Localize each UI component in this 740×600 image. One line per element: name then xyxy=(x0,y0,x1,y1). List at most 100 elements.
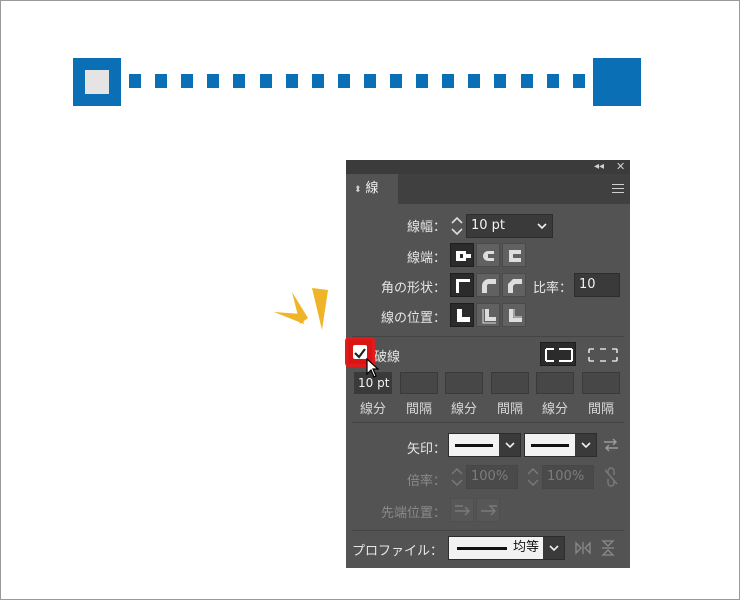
attention-burst-icon xyxy=(274,288,328,330)
stroke-dash xyxy=(233,74,245,88)
stroke-width-dropdown[interactable] xyxy=(531,214,553,238)
dashed-line-checkbox[interactable] xyxy=(353,345,367,359)
divider xyxy=(352,530,624,531)
stroke-dash xyxy=(129,74,141,88)
link-scale-icon[interactable] xyxy=(602,467,620,487)
gap-label-2: 間隔 xyxy=(496,402,523,417)
close-icon[interactable]: ✕ xyxy=(616,160,625,174)
tab-expand-icon[interactable]: ⬍ xyxy=(354,185,362,195)
arrow-tip-at-end-button[interactable] xyxy=(476,498,500,522)
dash-label-2: 線分 xyxy=(450,402,477,417)
align-center-button[interactable] xyxy=(450,303,474,327)
gap-input-2[interactable] xyxy=(491,372,529,394)
stroke-width-input[interactable]: 10 pt xyxy=(466,214,532,238)
preserve-dash-icon xyxy=(545,348,573,362)
profile-label: プロファイル： xyxy=(352,544,444,559)
align-dash-button[interactable] xyxy=(584,342,620,366)
stroke-dash xyxy=(521,74,533,88)
chevron-down-icon[interactable] xyxy=(451,228,463,236)
arrow-tip-beyond-button[interactable] xyxy=(450,498,474,522)
profile-dropdown[interactable] xyxy=(543,536,565,560)
stroke-dash xyxy=(468,74,480,88)
chevron-up-icon[interactable] xyxy=(527,468,539,475)
bevel-join-button[interactable] xyxy=(502,273,526,297)
miter-join-icon xyxy=(456,279,470,293)
profile-line-preview xyxy=(457,547,507,550)
round-join-icon xyxy=(482,279,496,293)
divider xyxy=(352,336,624,337)
flip-across-icon[interactable] xyxy=(600,539,616,557)
butt-cap-button[interactable] xyxy=(450,243,474,267)
stroke-dashes xyxy=(121,74,593,90)
preserve-dash-button[interactable] xyxy=(540,342,576,366)
stroke-dash xyxy=(207,74,219,88)
projecting-cap-button[interactable] xyxy=(502,243,526,267)
end-arrowhead-select[interactable] xyxy=(524,433,576,457)
chevron-down-icon xyxy=(581,442,591,449)
panel-titlebar[interactable]: ◂◂ ✕ xyxy=(346,160,630,174)
scale-end-stepper[interactable] xyxy=(526,465,540,489)
corner-label: 角の形状： xyxy=(380,281,446,296)
stroke-panel: ◂◂ ✕ ⬍ 線 線幅： 10 pt 線端： 角の形状： 比率： 10 線の位置： xyxy=(346,160,630,568)
align-outside-button[interactable] xyxy=(502,303,526,327)
stroke-dash xyxy=(573,74,585,88)
round-cap-button[interactable] xyxy=(476,243,500,267)
align-outside-icon xyxy=(509,309,522,322)
stroke-width-stepper[interactable] xyxy=(450,214,464,238)
chevron-up-icon[interactable] xyxy=(451,216,463,224)
align-dash-icon xyxy=(588,348,618,362)
scale-end-input[interactable]: 100% xyxy=(542,465,594,489)
projecting-cap-icon xyxy=(509,250,521,262)
dash-input-2[interactable] xyxy=(445,372,483,394)
stroke-dash xyxy=(442,74,454,88)
miter-join-button[interactable] xyxy=(450,273,474,297)
gap-input-3[interactable] xyxy=(582,372,620,394)
panel-menu-icon[interactable] xyxy=(612,184,624,194)
bevel-join-icon xyxy=(508,279,522,293)
chevron-up-icon[interactable] xyxy=(451,468,463,475)
chevron-down-icon[interactable] xyxy=(451,479,463,486)
scale-start-input[interactable]: 100% xyxy=(466,465,518,489)
arrow-align-label: 先端位置： xyxy=(380,506,446,521)
mouse-cursor-icon xyxy=(366,358,380,378)
gap-input-1[interactable] xyxy=(400,372,438,394)
miter-ratio-input[interactable]: 10 xyxy=(574,273,620,297)
start-arrowhead-dropdown[interactable] xyxy=(499,433,521,457)
profile-select[interactable]: 均等 xyxy=(448,536,544,560)
chevron-down-icon xyxy=(537,223,547,230)
align-inside-button[interactable] xyxy=(476,303,500,327)
arrow-extend-icon xyxy=(455,505,470,516)
arrowheads-label: 矢印： xyxy=(406,442,446,457)
collapse-icon[interactable]: ◂◂ xyxy=(594,160,604,174)
scale-start-stepper[interactable] xyxy=(450,465,464,489)
stroke-start-anchor xyxy=(73,58,121,106)
stroke-dash xyxy=(547,74,559,88)
stroke-dash xyxy=(364,74,376,88)
arrow-place-icon xyxy=(481,505,497,516)
stroke-end-anchor xyxy=(593,58,641,106)
swap-arrowheads-icon[interactable] xyxy=(602,436,620,454)
gap-label-3: 間隔 xyxy=(587,402,614,417)
stroke-dash xyxy=(494,74,506,88)
align-inside-icon xyxy=(482,309,496,324)
stroke-dash xyxy=(390,74,402,88)
profile-value: 均等 xyxy=(513,540,540,555)
checkmark-icon xyxy=(354,348,366,359)
dashed-stroke-preview xyxy=(73,58,641,106)
dash-input-3[interactable] xyxy=(536,372,574,394)
round-cap-icon xyxy=(483,251,494,261)
dash-label-3: 線分 xyxy=(541,402,568,417)
chevron-down-icon[interactable] xyxy=(527,479,539,486)
tab-stroke[interactable]: ⬍ 線 xyxy=(346,174,398,204)
flip-along-icon[interactable] xyxy=(574,540,592,556)
end-arrowhead-dropdown[interactable] xyxy=(575,433,597,457)
stroke-dash xyxy=(416,74,428,88)
round-join-button[interactable] xyxy=(476,273,500,297)
stroke-dash xyxy=(260,74,272,88)
cap-label: 線端： xyxy=(406,251,446,266)
stroke-dash xyxy=(181,74,193,88)
start-arrowhead-select[interactable] xyxy=(448,433,500,457)
burst-ray-3 xyxy=(312,288,328,330)
panel-tabbar: ⬍ 線 xyxy=(346,174,630,204)
stroke-dash xyxy=(338,74,350,88)
